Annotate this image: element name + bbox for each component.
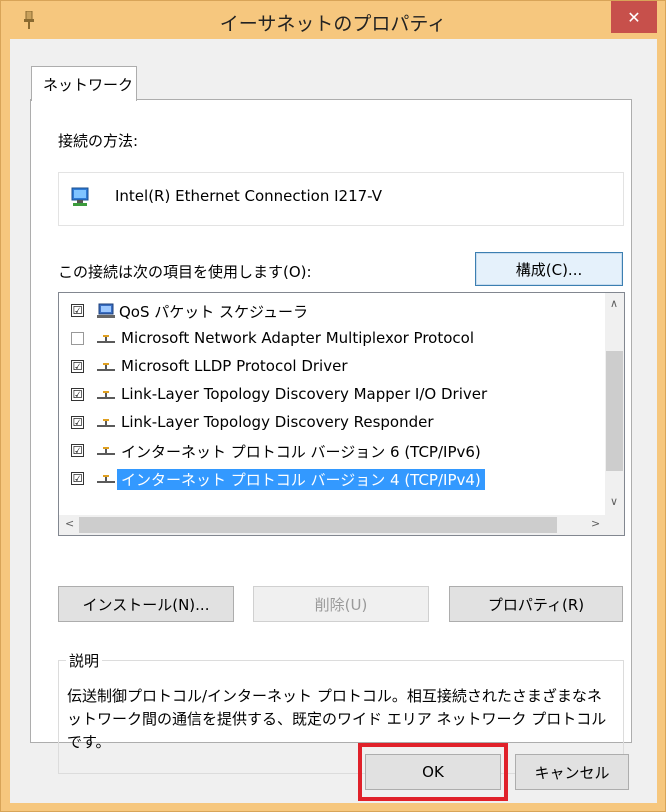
item-label: Link-Layer Topology Discovery Mapper I/O… <box>121 385 488 403</box>
protocol-icon <box>97 475 115 483</box>
tab-panel: 接続の方法: Intel(R) Ethernet Connection I217… <box>30 99 632 774</box>
list-item-lltd-mapper[interactable]: ☑ Link-Layer Topology Discovery Mapper I… <box>59 381 599 409</box>
title-bar[interactable]: イーサネットのプロパティ ✕ <box>1 1 665 39</box>
item-label: インターネット プロトコル バージョン 6 (TCP/IPv6) <box>121 443 481 461</box>
scroll-down-icon[interactable]: ∨ <box>610 495 618 508</box>
adapter-box: Intel(R) Ethernet Connection I217-V <box>58 172 624 226</box>
checkbox[interactable] <box>71 332 84 345</box>
properties-button[interactable]: プロパティ(R) <box>449 586 623 622</box>
install-button[interactable]: インストール(N)... <box>58 586 234 622</box>
network-adapter-icon <box>71 187 89 206</box>
dialog-client: ネットワーク 接続の方法: Intel(R) Ethernet Connecti… <box>10 39 657 803</box>
connect-using-label: 接続の方法: <box>58 132 139 150</box>
protocol-icon <box>97 419 115 427</box>
window-title: イーサネットのプロパティ <box>219 13 447 35</box>
scroll-left-icon[interactable]: < <box>65 517 74 530</box>
adapter-name: Intel(R) Ethernet Connection I217-V <box>115 187 382 205</box>
dialog-button-bar: OK キャンセル <box>10 741 657 803</box>
item-label: Microsoft LLDP Protocol Driver <box>121 357 348 375</box>
checkbox[interactable]: ☑ <box>71 416 84 429</box>
item-label: QoS パケット スケジューラ <box>119 303 308 321</box>
list-item-lldp[interactable]: ☑ Microsoft LLDP Protocol Driver <box>59 353 599 381</box>
cancel-button[interactable]: キャンセル <box>515 754 629 790</box>
protocol-icon <box>97 391 115 399</box>
checkbox[interactable]: ☑ <box>71 472 84 485</box>
list-item-ipv6[interactable]: ☑ インターネット プロトコル バージョン 6 (TCP/IPv6) <box>59 437 599 465</box>
uninstall-button[interactable]: 削除(U) <box>253 586 429 622</box>
configure-button[interactable]: 構成(C)... <box>475 252 623 286</box>
description-legend: 説明 <box>66 650 103 671</box>
close-button[interactable]: ✕ <box>611 1 657 33</box>
horizontal-scroll-thumb[interactable] <box>79 517 557 533</box>
checkbox[interactable]: ☑ <box>71 388 84 401</box>
checkbox[interactable]: ☑ <box>71 444 84 457</box>
network-service-icon <box>97 303 115 318</box>
protocol-icon <box>97 363 115 371</box>
scroll-right-icon[interactable]: > <box>591 517 600 530</box>
vertical-scrollbar[interactable]: ∧ ∨ <box>605 293 624 515</box>
item-label-selected: インターネット プロトコル バージョン 4 (TCP/IPv4) <box>117 469 485 490</box>
list-item-lltd-responder[interactable]: ☑ Link-Layer Topology Discovery Responde… <box>59 409 599 437</box>
protocol-icon <box>97 447 115 455</box>
list-item-ipv4[interactable]: ☑ インターネット プロトコル バージョン 4 (TCP/IPv4) <box>59 465 599 493</box>
checkbox[interactable]: ☑ <box>71 304 84 317</box>
list-item-qos[interactable]: ☑ QoS パケット スケジューラ <box>59 297 599 325</box>
components-list[interactable]: ☑ QoS パケット スケジューラ Microsoft Network Adap… <box>58 292 625 536</box>
item-label: Link-Layer Topology Discovery Responder <box>121 413 434 431</box>
properties-window: イーサネットのプロパティ ✕ ネットワーク 接続の方法: Intel(R) Et… <box>0 0 666 812</box>
annotation-highlight-box <box>358 743 508 801</box>
scroll-up-icon[interactable]: ∧ <box>610 297 618 310</box>
items-label: この接続は次の項目を使用します(O): <box>58 263 312 281</box>
item-label: Microsoft Network Adapter Multiplexor Pr… <box>121 329 474 347</box>
list-item-multiplexor[interactable]: Microsoft Network Adapter Multiplexor Pr… <box>59 325 599 353</box>
horizontal-scrollbar[interactable]: < > <box>59 515 605 535</box>
tab-network[interactable]: ネットワーク <box>31 66 137 101</box>
tab-network-label: ネットワーク <box>43 76 134 94</box>
vertical-scroll-thumb[interactable] <box>606 351 623 471</box>
protocol-icon <box>97 335 115 343</box>
checkbox[interactable]: ☑ <box>71 360 84 373</box>
scroll-corner <box>605 515 624 535</box>
